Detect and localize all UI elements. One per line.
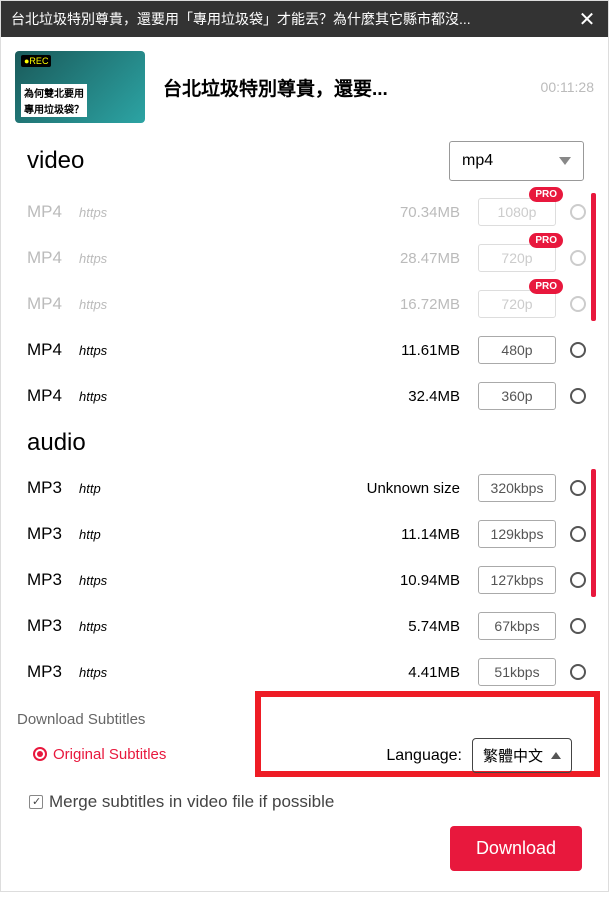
select-radio[interactable] [570,664,586,680]
select-radio[interactable] [570,342,586,358]
radio-checked-icon [33,747,47,761]
audio-row: MP3https 4.41MB 51kbps [27,649,594,695]
quality-button[interactable]: 320kbps [478,474,556,502]
audio-row: MP3http 11.14MB 129kbps [27,511,594,557]
audio-list: MP3http Unknown size 320kbps MP3http 11.… [27,465,594,695]
select-radio[interactable] [570,296,586,312]
video-row: MP4https 16.72MB 720pPRO [27,281,594,327]
select-radio[interactable] [570,250,586,266]
video-row: MP4https 28.47MB 720pPRO [27,235,594,281]
video-title: 台北垃圾特別尊貴，還要... [163,74,531,101]
video-thumbnail: ●REC 為何雙北要用 專用垃圾袋？ [15,51,145,123]
audio-row: MP3https 10.94MB 127kbps [27,557,594,603]
quality-button[interactable]: 720pPRO [478,290,556,318]
language-label: Language: [386,747,462,765]
merge-subtitles-option[interactable]: ✓ Merge subtitles in video file if possi… [29,792,594,812]
chevron-up-icon [551,752,561,759]
format-select[interactable]: mp4 [449,141,584,181]
audio-row: MP3http Unknown size 320kbps [27,465,594,511]
select-radio[interactable] [570,388,586,404]
pro-badge: PRO [529,187,563,202]
select-radio[interactable] [570,526,586,542]
quality-button[interactable]: 1080pPRO [478,198,556,226]
select-radio[interactable] [570,618,586,634]
video-duration: 00:11:28 [541,79,594,95]
quality-button[interactable]: 360p [478,382,556,410]
titlebar: 台北垃圾特別尊貴，還要用「專用垃圾袋」才能丟？為什麼其它縣市都沒... ✕ [1,1,608,37]
video-row: MP4https 70.34MB 1080pPRO [27,189,594,235]
audio-row: MP3https 5.74MB 67kbps [27,603,594,649]
quality-button[interactable]: 480p [478,336,556,364]
quality-button[interactable]: 129kbps [478,520,556,548]
video-list: MP4https 70.34MB 1080pPRO MP4https 28.47… [27,189,594,419]
select-radio[interactable] [570,572,586,588]
language-select[interactable]: 繁體中文 [472,738,572,773]
pro-badge: PRO [529,279,563,294]
audio-section-label: audio [27,429,594,457]
scrollbar-video[interactable] [591,193,596,321]
pro-badge: PRO [529,233,563,248]
video-row: MP4https 32.4MB 360p [27,373,594,419]
original-subtitles-option[interactable]: Original Subtitles [33,746,166,763]
format-select-value: mp4 [462,152,559,170]
select-radio[interactable] [570,204,586,220]
quality-button[interactable]: 51kbps [478,658,556,686]
close-icon[interactable]: ✕ [576,8,598,30]
video-row: MP4https 11.61MB 480p [27,327,594,373]
download-button[interactable]: Download [450,826,582,871]
quality-button[interactable]: 127kbps [478,566,556,594]
chevron-down-icon [559,157,571,165]
quality-button[interactable]: 67kbps [478,612,556,640]
scrollbar-audio[interactable] [591,469,596,597]
window-title: 台北垃圾特別尊貴，還要用「專用垃圾袋」才能丟？為什麼其它縣市都沒... [11,9,576,29]
video-section-label: video [27,147,449,175]
checkbox-icon: ✓ [29,795,43,809]
quality-button[interactable]: 720pPRO [478,244,556,272]
select-radio[interactable] [570,480,586,496]
